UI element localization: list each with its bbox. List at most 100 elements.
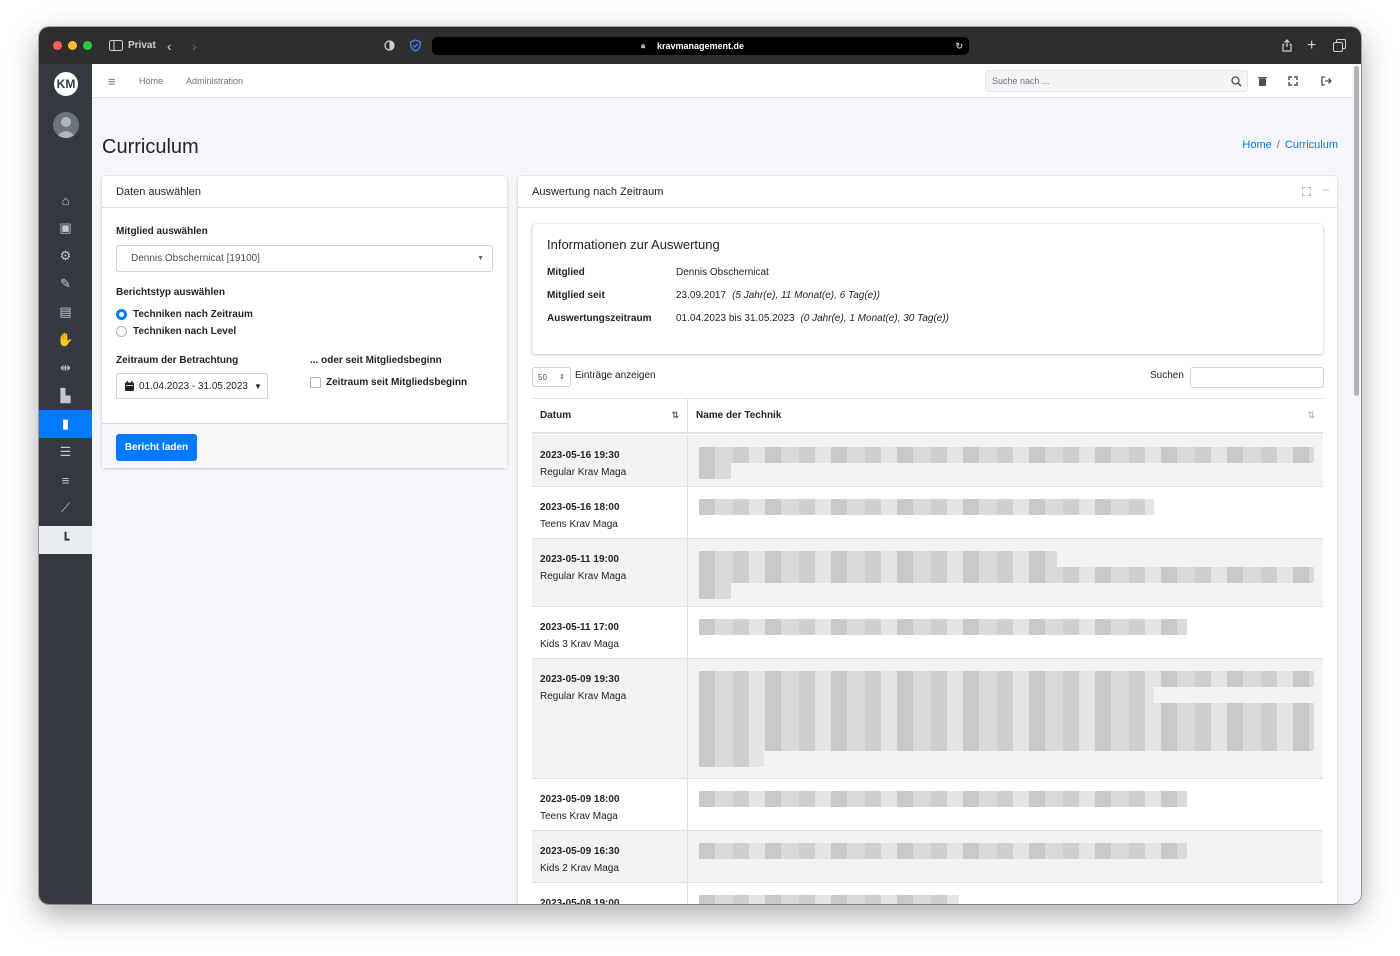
address-bar[interactable]: 🔒︎ kravmanagement.de ↻ (432, 37, 969, 55)
breadcrumb-home[interactable]: Home (1242, 139, 1271, 151)
user-avatar[interactable] (53, 112, 79, 138)
redacted-technique-text (699, 719, 1314, 735)
table-row: 2023-05-09 18:00 Teens Krav Maga (532, 779, 1323, 831)
main-content: ≡ Home Administration Suche nach ... Cur… (92, 64, 1352, 904)
date-cell: 2023-05-08 19:00Regular Krav Maga (540, 898, 620, 904)
profile-label[interactable]: Privat (128, 27, 156, 64)
evaluation-card: Auswertung nach Zeitraum – Informationen… (518, 176, 1337, 904)
member-select[interactable]: Dennis Obschernicat [19100] ▼ (116, 245, 493, 272)
radio-label-techniques-by-level[interactable]: Techniken nach Level (133, 326, 236, 337)
column-header-date[interactable]: Datum ⇅ (532, 398, 688, 434)
menu-toggle-icon[interactable]: ≡ (108, 64, 116, 98)
info-title: Informationen zur Auswertung (547, 237, 720, 252)
list-ol-icon: ☰ (59, 444, 72, 459)
table-row: 2023-05-09 16:30 Kids 2 Krav Maga (532, 831, 1323, 883)
hammer-icon: ✎ (60, 276, 71, 291)
dumbbell-icon: ⇹ (60, 360, 71, 375)
sidebar-item-ordered-list[interactable]: ☰ (39, 438, 92, 466)
chart-bar-icon: ┗ (61, 532, 70, 547)
nav-link-administration[interactable]: Administration (186, 64, 243, 98)
sidebar-toggle-icon[interactable] (109, 27, 123, 64)
sidebar-item-home[interactable]: ⌂ (39, 186, 92, 214)
info-value-period: 01.04.2023 bis 31.05.2023 (0 Jahr(e), 1 M… (676, 313, 950, 324)
redacted-technique-text (699, 843, 1187, 859)
browser-toolbar: Privat ‹ › 🔒︎ kravmanagement.de ↻ + (39, 27, 1361, 64)
since-membership-label[interactable]: Zeitraum seit Mitgliedsbeginn (326, 377, 467, 388)
period-label: Zeitraum der Betrachtung (116, 355, 239, 366)
info-value-member-since: 23.09.2017 (5 Jahr(e), 11 Monat(e), 6 Tag… (676, 290, 880, 301)
date-range-value: 01.04.2023 - 31.05.2023 (139, 380, 248, 392)
share-icon[interactable] (1281, 27, 1293, 64)
book-icon: ▮ (61, 416, 70, 431)
search-icon[interactable] (1231, 64, 1242, 98)
back-icon[interactable]: ‹ (167, 27, 172, 64)
breadcrumb: Home / Curriculum (1242, 139, 1338, 151)
extension-shield-icon[interactable] (409, 27, 422, 64)
sort-icon: ⇅ (671, 410, 679, 420)
dolly-icon: ▙ (60, 388, 71, 403)
forward-icon[interactable]: › (192, 27, 197, 64)
redacted-technique-text (699, 751, 764, 767)
table-row: 2023-05-16 18:00 Teens Krav Maga (532, 487, 1323, 539)
chevron-down-icon: ▼ (477, 255, 484, 262)
redacted-technique-text (699, 447, 1314, 463)
sidebar-item-documents[interactable]: ▤ (39, 298, 92, 326)
tab-overview-icon[interactable] (1333, 27, 1346, 64)
table-row: 2023-05-11 17:00 Kids 3 Krav Maga (532, 607, 1323, 659)
sidebar-item-settings[interactable]: ⚙ (39, 242, 92, 270)
logout-icon[interactable] (1321, 64, 1332, 98)
sidebar-item-tools[interactable]: ✎ (39, 270, 92, 298)
sidebar-item-list[interactable]: ≡ (39, 466, 92, 494)
fullscreen-icon[interactable] (1288, 64, 1298, 98)
redacted-technique-text (699, 735, 1314, 751)
sidebar-item-statistics[interactable]: ⟋ (39, 494, 92, 522)
new-tab-icon[interactable]: + (1307, 27, 1316, 64)
sidebar-item-curriculum[interactable]: ▮ (39, 410, 92, 438)
redacted-technique-text (699, 703, 1314, 719)
sidebar-item-equipment[interactable]: ▙ (39, 382, 92, 410)
load-report-button[interactable]: Bericht laden (116, 434, 197, 461)
info-key-period: Auswertungszeitraum (547, 313, 652, 324)
page-scrollbar[interactable] (1352, 64, 1361, 904)
table-search-label: Suchen (1150, 370, 1184, 381)
redacted-technique-text (699, 687, 1154, 703)
maximize-icon[interactable] (1302, 187, 1311, 196)
reload-icon[interactable]: ↻ (955, 41, 963, 52)
date-range-picker[interactable]: 01.04.2023 - 31.05.2023 ▼ (116, 373, 268, 399)
redacted-technique-text (699, 791, 1187, 807)
sidebar-item-training[interactable]: ⇹ (39, 354, 92, 382)
redacted-technique-text (699, 551, 1057, 567)
sidebar-item-donations[interactable]: ✋ (39, 326, 92, 354)
collapse-icon[interactable]: – (1323, 184, 1329, 196)
radio-techniques-by-period[interactable] (116, 309, 127, 320)
data-selection-card: Daten auswählen Mitglied auswählen Denni… (102, 176, 507, 468)
minimize-window-button[interactable] (68, 41, 77, 50)
zoom-window-button[interactable] (83, 41, 92, 50)
radio-techniques-by-level[interactable] (116, 326, 127, 337)
calendar-icon (125, 381, 134, 391)
card-title: Daten auswählen (102, 176, 507, 208)
top-navbar: ≡ Home Administration Suche nach ... (92, 64, 1352, 98)
column-header-technique[interactable]: Name der Technik ⇅ (688, 398, 1323, 434)
card-title: Auswertung nach Zeitraum – (518, 176, 1337, 208)
report-type-label: Berichtstyp auswählen (116, 287, 225, 298)
redacted-technique-text (699, 567, 1314, 583)
app-logo[interactable]: KM (54, 72, 78, 96)
table-row: 2023-05-16 19:30 Regular Krav Maga (532, 435, 1323, 487)
trash-icon[interactable] (1258, 64, 1267, 98)
sidebar-item-reports[interactable]: ┗ (39, 526, 92, 554)
nav-link-home[interactable]: Home (139, 64, 163, 98)
search-input[interactable]: Suche nach ... (985, 70, 1248, 92)
breadcrumb-current: Curriculum (1284, 139, 1338, 151)
sidebar-item-contacts[interactable]: ▣ (39, 214, 92, 242)
radio-label-techniques-by-period[interactable]: Techniken nach Zeitraum (133, 309, 253, 320)
info-key-member: Mitglied (547, 267, 585, 278)
since-membership-checkbox[interactable] (310, 377, 321, 388)
redacted-technique-text (699, 463, 731, 479)
table-search-input[interactable] (1190, 367, 1324, 388)
privacy-shield-icon[interactable] (384, 27, 395, 64)
page-title: Curriculum (102, 136, 199, 158)
member-value: Dennis Obschernicat [19100] (131, 253, 260, 264)
entries-length-select[interactable]: 50 ⇕ (532, 367, 571, 387)
close-window-button[interactable] (53, 41, 62, 50)
